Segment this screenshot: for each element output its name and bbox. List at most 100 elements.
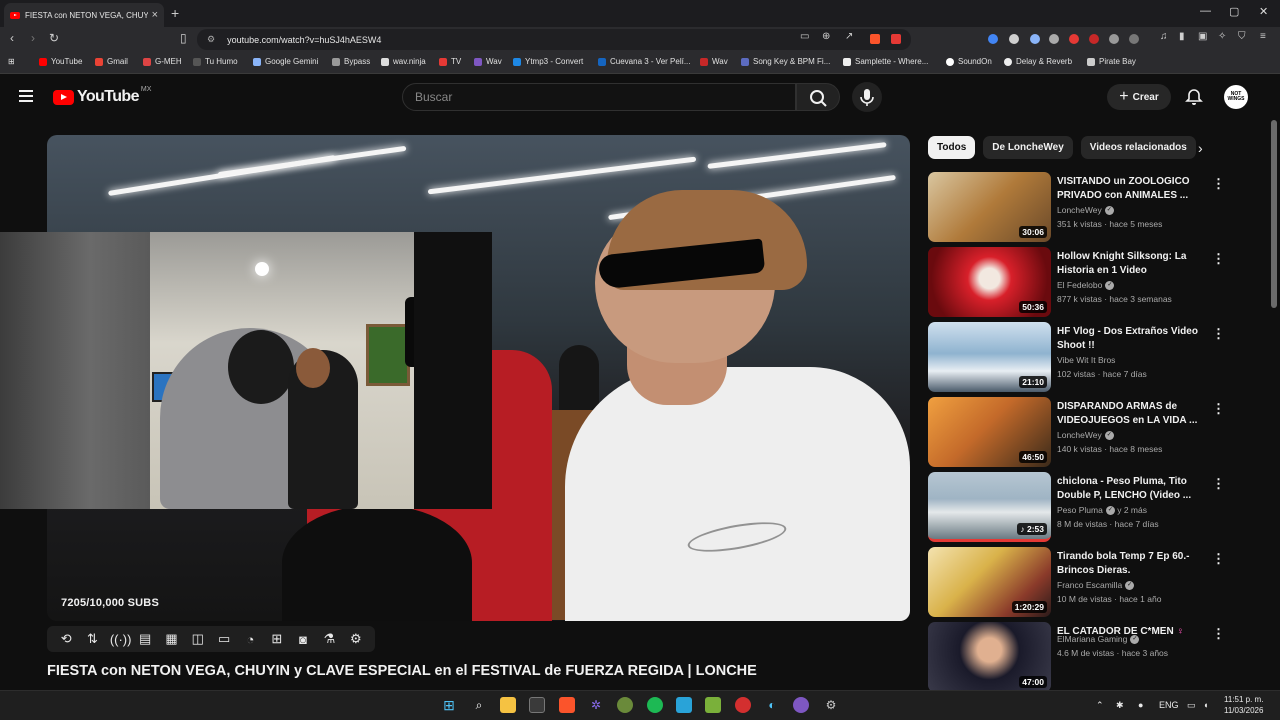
bookmark-gmail[interactable]: Gmail — [95, 57, 128, 66]
more-options-icon[interactable]: ⋮ — [1212, 401, 1225, 417]
back-icon[interactable]: ‹ — [10, 31, 14, 45]
bookmark-tu-humo[interactable]: Tu Humo — [193, 57, 238, 66]
bookmark-wav-2[interactable]: Wav — [700, 57, 728, 66]
extension-4-icon[interactable] — [1049, 34, 1059, 44]
system-clock[interactable]: 11:51 p. m. 11/03/2026 — [1224, 694, 1263, 716]
extension-8-icon[interactable] — [1129, 34, 1139, 44]
channel-name[interactable]: Vibe Wit It Bros — [1057, 355, 1115, 365]
app-icon-6[interactable]: ◐ — [764, 697, 780, 713]
brave-rewards-icon[interactable] — [891, 34, 901, 44]
channel-name[interactable]: Franco Escamilla ✓ — [1057, 580, 1135, 591]
youtube-logo[interactable]: YouTube MX — [53, 86, 151, 106]
flask-icon[interactable]: ⚗ — [320, 631, 338, 647]
extension-1-icon[interactable] — [988, 34, 998, 44]
leo-ai-icon[interactable]: ✧ — [1218, 31, 1226, 42]
video-thumbnail[interactable]: 47:00 — [928, 622, 1051, 692]
sort-icon[interactable]: ⇅ — [83, 631, 101, 647]
search-input[interactable]: Buscar — [402, 83, 796, 111]
brave-browser-icon[interactable] — [559, 697, 575, 713]
channel-name[interactable]: LoncheWey ✓ — [1057, 205, 1114, 216]
apps-icon[interactable]: ⊞ — [8, 57, 15, 66]
bookmark-cuevana[interactable]: Cuevana 3 - Ver Pelí... — [598, 57, 691, 66]
bookmark-delay-reverb[interactable]: Delay & Reverb — [1004, 57, 1072, 66]
app-icon-2[interactable] — [617, 697, 633, 713]
spotify-icon[interactable] — [647, 697, 663, 713]
screenshot-icon[interactable]: ◙ — [294, 632, 312, 647]
recommendation-item[interactable]: 46:50 DISPARANDO ARMAS de VIDEOJUEGOS en… — [928, 397, 1228, 467]
tray-app-icon[interactable]: ✱ — [1116, 700, 1124, 711]
more-options-icon[interactable]: ⋮ — [1212, 626, 1225, 642]
close-window-button[interactable]: ✕ — [1259, 5, 1268, 18]
bookmark-icon[interactable]: ▯ — [180, 31, 187, 45]
recommendation-title[interactable]: chiclona - Peso Pluma, Tito Double P, LE… — [1057, 475, 1202, 503]
app-icon-3[interactable] — [676, 697, 692, 713]
minimize-button[interactable]: — — [1200, 5, 1211, 17]
recommendation-item[interactable]: 1:20:29 Tirando bola Temp 7 Ep 60.- Brin… — [928, 547, 1228, 617]
extension-2-icon[interactable] — [1009, 34, 1019, 44]
playlist-icon[interactable]: ▤ — [136, 631, 154, 647]
search-button[interactable] — [796, 83, 840, 111]
sidebar-icon[interactable]: ▮ — [1179, 31, 1185, 42]
extension-7-icon[interactable] — [1109, 34, 1119, 44]
bookmark-wav-ninja[interactable]: wav.ninja — [381, 57, 426, 66]
app-icon-4[interactable] — [705, 697, 721, 713]
language-indicator[interactable]: ENG — [1159, 700, 1179, 710]
theater-icon[interactable]: ▭ — [215, 631, 233, 647]
app-icon-1[interactable]: ✲ — [588, 697, 604, 713]
app-icon-5[interactable] — [735, 697, 751, 713]
more-options-icon[interactable]: ⋮ — [1212, 551, 1225, 567]
new-tab-button[interactable]: + — [171, 5, 179, 21]
recommendation-item[interactable]: ♪ 2:53 chiclona - Peso Pluma, Tito Doubl… — [928, 472, 1228, 542]
tray-overflow-icon[interactable]: ⌃ — [1096, 700, 1104, 711]
close-tab-icon[interactable]: × — [152, 9, 158, 21]
page-scrollbar[interactable] — [1271, 120, 1277, 308]
browser-tab[interactable]: FIESTA con NETON VEGA, CHUY × — [4, 3, 164, 27]
add-icon[interactable]: ⊞ — [268, 631, 286, 647]
extension-5-icon[interactable] — [1069, 34, 1079, 44]
menu-icon[interactable]: ≡ — [1260, 31, 1266, 42]
extension-3-icon[interactable] — [1030, 34, 1040, 44]
cast-icon[interactable]: ▭ — [800, 31, 809, 42]
bookmark-pirate-bay[interactable]: Pirate Bay — [1087, 57, 1136, 66]
forward-icon[interactable]: › — [31, 31, 35, 45]
channel-name[interactable]: ElMariana Gaming ✓ — [1057, 634, 1140, 645]
more-options-icon[interactable]: ⋮ — [1212, 176, 1225, 192]
hamburger-menu-icon[interactable] — [19, 90, 33, 102]
reload-icon[interactable]: ↻ — [49, 31, 59, 45]
windows-start-icon[interactable]: ⊞ — [441, 697, 457, 713]
recommendation-title[interactable]: Hollow Knight Silksong: La Historia en 1… — [1057, 250, 1202, 278]
pip-icon[interactable]: ◫ — [189, 631, 207, 647]
store-icon[interactable] — [529, 697, 545, 713]
recommendation-item[interactable]: 21:10 HF Vlog - Dos Extraños Video Shoot… — [928, 322, 1228, 392]
bookmark-soundon[interactable]: SoundOn — [946, 57, 992, 66]
recommendation-title[interactable]: DISPARANDO ARMAS de VIDEOJUEGOS en LA VI… — [1057, 400, 1202, 428]
settings-gear-icon[interactable]: ⚙ — [347, 631, 365, 647]
filmstrip-icon[interactable]: ▦ — [162, 631, 180, 647]
more-options-icon[interactable]: ⋮ — [1212, 476, 1225, 492]
bookmark-samplette[interactable]: Samplette - Where... — [843, 57, 928, 66]
network-icon[interactable]: ▭ — [1187, 700, 1196, 711]
bookmark-tv[interactable]: TV — [439, 57, 461, 66]
maximize-button[interactable]: ▢ — [1229, 5, 1239, 18]
bookmark-youtube[interactable]: YouTube — [39, 57, 82, 66]
video-thumbnail[interactable]: 21:10 — [928, 322, 1051, 392]
video-thumbnail[interactable]: 50:36 — [928, 247, 1051, 317]
create-button[interactable]: + Crear — [1107, 84, 1171, 110]
zoom-icon[interactable]: ⊕ — [822, 31, 830, 42]
recommendation-title[interactable]: VISITANDO un ZOOLOGICO PRIVADO con ANIMA… — [1057, 175, 1202, 203]
audio-icon[interactable]: ((·)) — [110, 632, 132, 647]
bookmark-song-key[interactable]: Song Key & BPM Fi... — [741, 57, 830, 66]
speed-icon[interactable]: ◔ — [241, 632, 259, 647]
recommendation-item[interactable]: 50:36 Hollow Knight Silksong: La Histori… — [928, 247, 1228, 317]
tray-mic-icon[interactable]: ● — [1138, 700, 1143, 710]
more-options-icon[interactable]: ⋮ — [1212, 251, 1225, 267]
bookmark-google-gemini[interactable]: Google Gemini — [253, 57, 318, 66]
channel-name[interactable]: Peso Pluma ✓ y 2 más — [1057, 505, 1147, 516]
vpn-icon[interactable]: ⛉ — [1238, 31, 1246, 42]
loop-icon[interactable]: ⟲ — [57, 631, 75, 647]
wallet-icon[interactable]: ▣ — [1198, 31, 1207, 42]
app-icon-7[interactable] — [793, 697, 809, 713]
share-icon[interactable]: ↗ — [845, 31, 853, 42]
chip-todos[interactable]: Todos — [928, 136, 976, 159]
chip-de-lonchewey[interactable]: De LoncheWey — [983, 136, 1073, 159]
